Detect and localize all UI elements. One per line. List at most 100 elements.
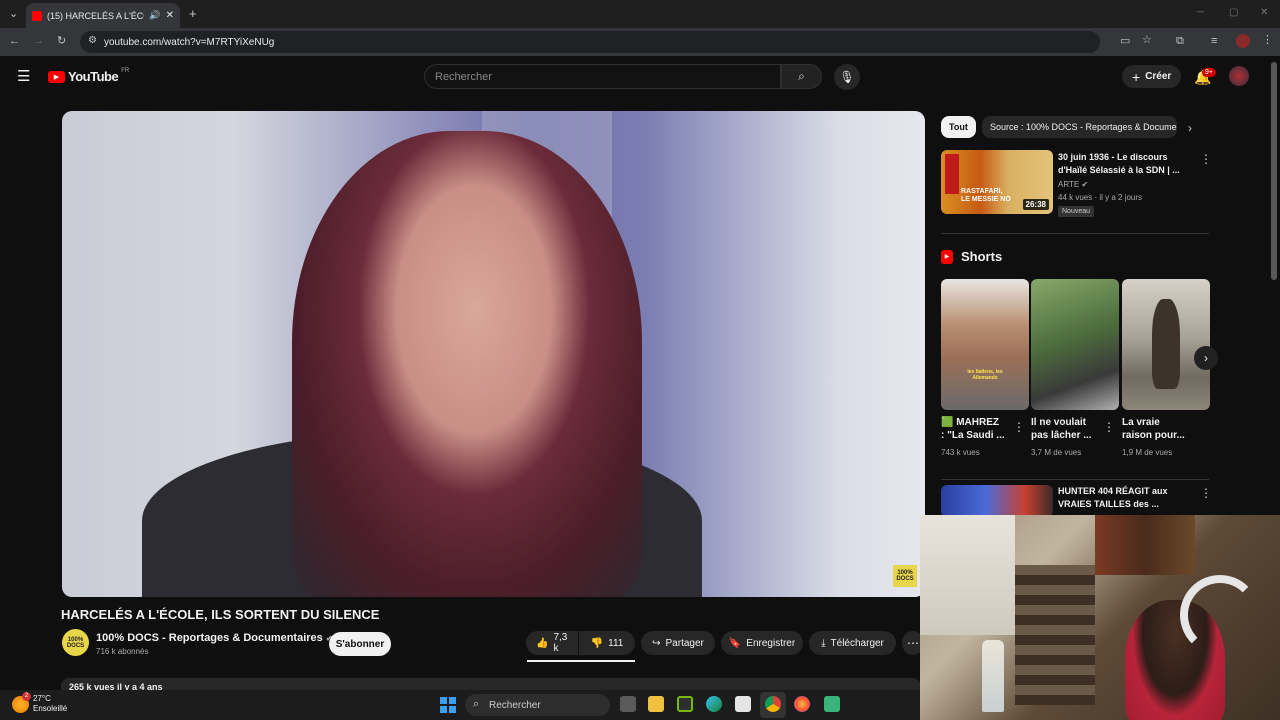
store-icon[interactable]: [735, 696, 751, 712]
site-info-icon[interactable]: ⚙: [88, 36, 97, 46]
short-thumbnail[interactable]: [1031, 279, 1119, 410]
short-menu-icon[interactable]: ⋮: [1013, 420, 1025, 434]
thumbs-down-icon: 👎: [590, 637, 604, 649]
bookmark-star-icon[interactable]: ☆: [1142, 35, 1152, 46]
nvidia-icon[interactable]: [677, 696, 693, 712]
youtube-logo[interactable]: ▶ YouTube FR: [48, 68, 129, 84]
create-button[interactable]: + Créer: [1122, 65, 1182, 88]
reading-list-icon[interactable]: ≡: [1211, 36, 1217, 47]
video-player[interactable]: 100% DOCS: [62, 111, 925, 597]
short-menu-icon[interactable]: ⋮: [1103, 420, 1115, 434]
channel-name[interactable]: 100% DOCS - Reportages & Documentaires ✔: [96, 632, 333, 644]
rec-channel[interactable]: ARTE ✔: [1058, 179, 1088, 191]
search-input[interactable]: Rechercher: [424, 64, 781, 89]
edge-icon[interactable]: [706, 696, 722, 712]
share-button[interactable]: ↪ Partager: [641, 631, 715, 655]
task-view-icon[interactable]: [620, 696, 636, 712]
save-button[interactable]: 🔖 Enregistrer: [721, 631, 803, 655]
search-button[interactable]: ⌕: [781, 64, 822, 89]
shorts-header: ▶ Shorts: [941, 249, 1002, 264]
wall-posters: [1095, 515, 1195, 575]
divider: [941, 233, 1209, 234]
scrollbar-thumb[interactable]: [1271, 62, 1277, 280]
share-label: Partager: [665, 637, 704, 649]
more-icon: ⋯: [907, 636, 919, 650]
back-icon[interactable]: ←: [9, 36, 20, 47]
shorts-icon: ▶: [941, 249, 953, 264]
youtube-play-icon: ▶: [48, 70, 65, 83]
maximize-icon[interactable]: ▢: [1229, 8, 1238, 18]
download-button[interactable]: ⤓ Télécharger: [809, 631, 896, 655]
shorts-next-button[interactable]: ›: [1194, 346, 1218, 370]
rec-thumbnail[interactable]: RASTAFARI, LE MESSIE NO 26:38: [941, 150, 1053, 214]
short-title[interactable]: 🟩 MAHREZ : "La Saudi ...: [941, 416, 1005, 442]
short-caption: les Italiens, les Allemands: [967, 369, 1003, 381]
verified-icon: ✔: [1081, 180, 1089, 189]
chip-all[interactable]: Tout: [941, 116, 976, 138]
short-title-line2: : "La Saudi ...: [941, 430, 1005, 441]
reload-icon[interactable]: ↻: [57, 36, 66, 47]
short-title-line1: 🟩 MAHREZ: [941, 417, 1000, 428]
thumb-caption: RASTAFARI, LE MESSIE NO: [961, 188, 1011, 204]
rec-menu-icon[interactable]: ⋮: [1200, 486, 1212, 500]
notification-badge: 9+: [1202, 68, 1216, 77]
short-title-line1: La vraie: [1122, 417, 1160, 428]
firefox-icon[interactable]: [794, 696, 810, 712]
rec-thumbnail[interactable]: [941, 485, 1053, 517]
browser-menu-icon[interactable]: ⋮: [1262, 35, 1273, 46]
thumb-caption-1: RASTAFARI,: [961, 188, 1003, 195]
short-title[interactable]: La vraie raison pour...: [1122, 416, 1185, 442]
chevron-right-icon[interactable]: ›: [1188, 122, 1192, 134]
app-icon[interactable]: [824, 696, 840, 712]
gaming-chair: [1180, 575, 1260, 655]
voice-search-button[interactable]: 🎙: [834, 64, 860, 90]
short-title[interactable]: Il ne voulait pas lâcher ...: [1031, 416, 1092, 442]
weather-widget[interactable]: 27°C Ensoleillé: [33, 694, 67, 714]
chrome-icon[interactable]: [765, 696, 781, 712]
window-close-icon[interactable]: ✕: [1260, 8, 1268, 18]
minimize-icon[interactable]: ─: [1197, 8, 1204, 18]
dislike-button[interactable]: 👎 111: [579, 631, 635, 655]
youtube-favicon-icon: [32, 10, 42, 21]
channel-avatar[interactable]: 100% DOCS: [62, 629, 89, 656]
account-avatar[interactable]: [1229, 66, 1249, 86]
browser-tab-strip: ⌄ (15) HARCELÉS A L'ÉCOLE, I 🔊 ✕ + ─ ▢ ✕: [0, 0, 1280, 28]
speaker-icon[interactable]: 🔊: [149, 10, 160, 21]
cast-icon[interactable]: ▭: [1120, 36, 1130, 47]
like-count: 7,3 k: [553, 632, 568, 654]
address-toolbar: ← → ↻ ⚙ youtube.com/watch?v=M7RTYiXeNUg …: [0, 28, 1280, 56]
rec-menu-icon[interactable]: ⋮: [1200, 152, 1212, 166]
short-thumbnail[interactable]: les Italiens, les Allemands: [941, 279, 1029, 410]
thumb-caption-2: LE MESSIE NO: [961, 196, 1011, 203]
url-text: youtube.com/watch?v=M7RTYiXeNUg: [104, 36, 275, 48]
rec-meta: 44 k vues · il y a 2 jours: [1058, 193, 1143, 202]
extensions-icon[interactable]: ⧉: [1176, 36, 1184, 47]
video-title: HARCELÉS A L'ÉCOLE, ILS SORTENT DU SILEN…: [61, 607, 380, 622]
shelf: [1015, 565, 1095, 705]
short-title-line2: pas lâcher ...: [1031, 430, 1092, 441]
file-explorer-icon[interactable]: [648, 696, 664, 712]
start-windows-icon[interactable]: [440, 697, 456, 713]
short-thumbnail[interactable]: [1122, 279, 1210, 410]
profile-avatar[interactable]: [1236, 34, 1250, 48]
url-field[interactable]: ⚙ youtube.com/watch?v=M7RTYiXeNUg ▭ ☆: [80, 31, 1152, 53]
tab-close-icon[interactable]: ✕: [166, 10, 174, 21]
share-icon: ↪: [652, 637, 661, 649]
browser-tab[interactable]: (15) HARCELÉS A L'ÉCOLE, I 🔊 ✕: [26, 3, 180, 28]
temperature: 27°C: [33, 694, 51, 703]
water-bottle: [982, 640, 1004, 712]
menu-hamburger-icon[interactable]: ☰: [17, 69, 30, 84]
channel-name-text: 100% DOCS - Reportages & Documentaires: [96, 632, 323, 644]
channel-watermark: 100% DOCS: [893, 565, 917, 587]
rec-title[interactable]: HUNTER 404 RÉAGIT aux VRAIES TAILLES des…: [1058, 485, 1198, 511]
rec-title[interactable]: 30 juin 1936 - Le discours d'Haïlé Sélas…: [1058, 151, 1198, 177]
forward-icon[interactable]: →: [33, 36, 44, 47]
subscribe-button[interactable]: S'abonner: [329, 632, 391, 656]
tab-list-icon[interactable]: ⌄: [9, 9, 18, 20]
chip-source[interactable]: Source : 100% DOCS - Reportages & Docume…: [982, 116, 1177, 138]
taskbar-search[interactable]: ⌕ Rechercher: [465, 694, 610, 716]
rec-title-line1: 30 juin 1936 - Le discours: [1058, 152, 1168, 162]
shorts-label: Shorts: [961, 249, 1003, 264]
like-button[interactable]: 👍 7,3 k: [526, 631, 578, 655]
new-tab-icon[interactable]: +: [189, 7, 197, 20]
